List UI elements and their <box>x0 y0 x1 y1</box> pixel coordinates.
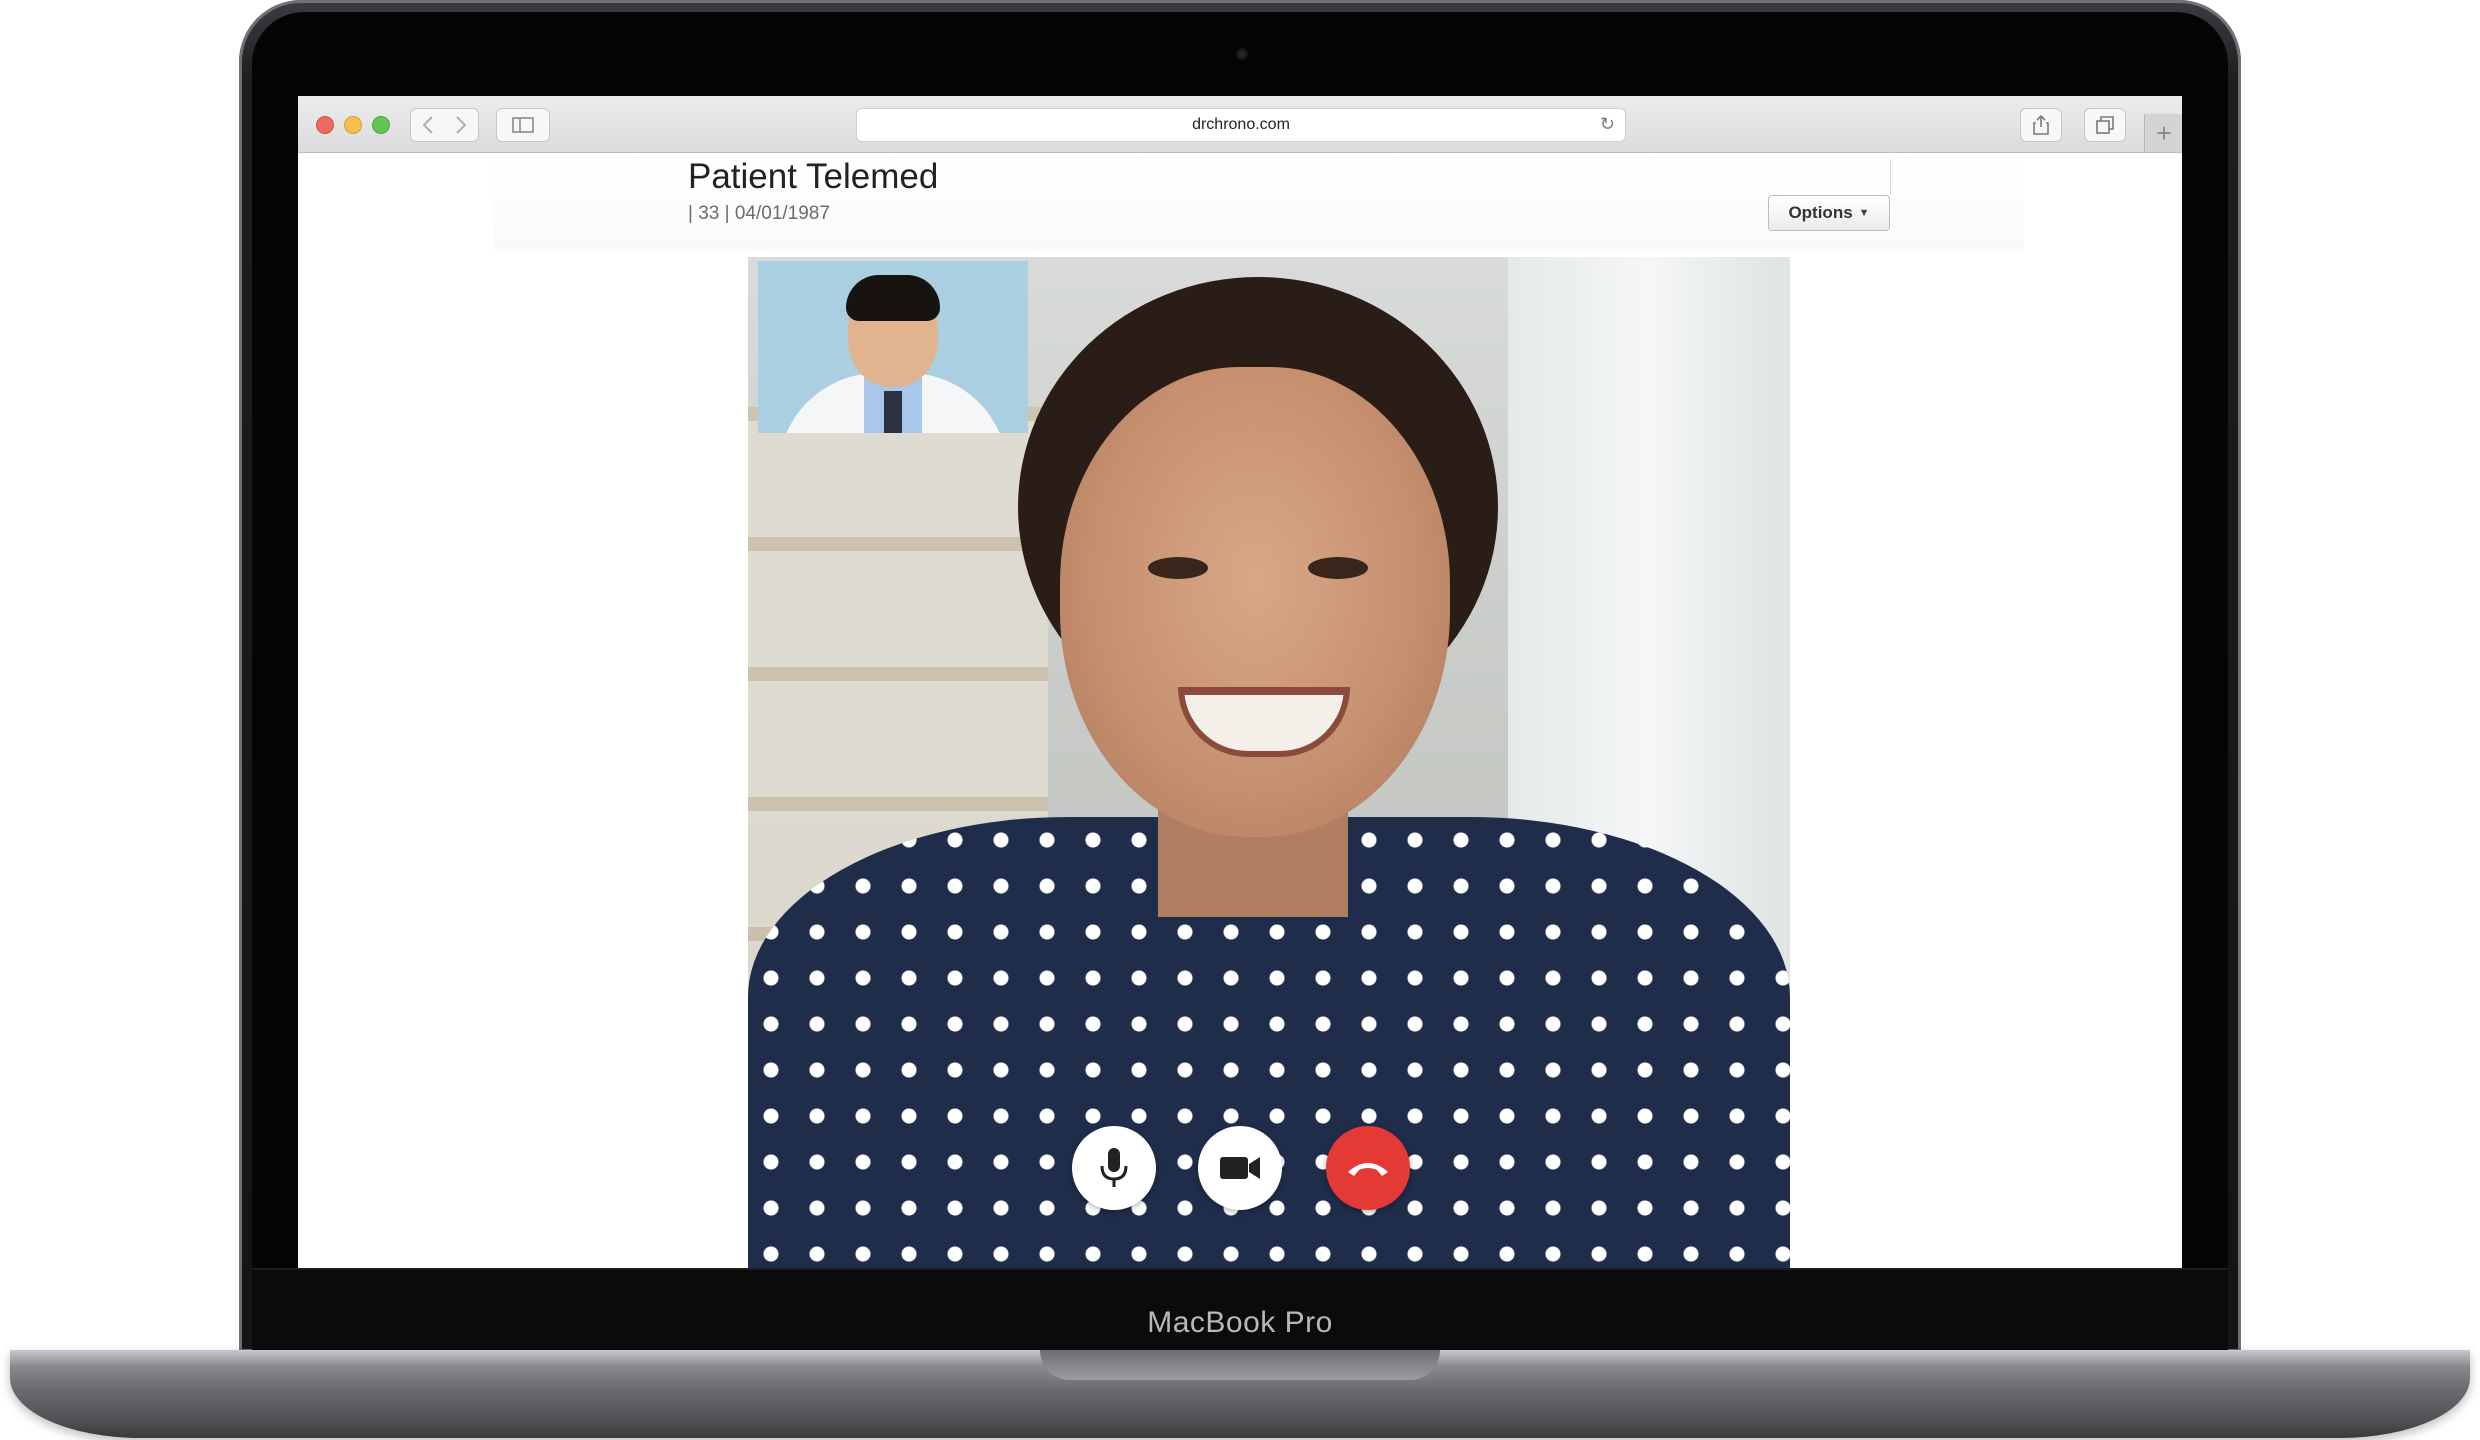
minimize-window-button[interactable] <box>344 116 362 134</box>
chevron-right-icon <box>456 116 467 134</box>
tabs-icon <box>2096 116 2114 134</box>
page-title: Patient Telemed <box>688 157 939 196</box>
header-divider <box>1890 159 1891 195</box>
back-button[interactable] <box>410 108 446 142</box>
caret-down-icon: ▼ <box>1858 207 1870 219</box>
zoom-window-button[interactable] <box>372 116 390 134</box>
sidebar-icon <box>512 117 534 133</box>
share-button[interactable] <box>2020 108 2062 142</box>
laptop-notch <box>1040 1350 1440 1380</box>
patient-eye-left <box>1148 557 1208 579</box>
webcam <box>1236 48 1248 60</box>
share-icon <box>2033 115 2049 135</box>
patient-face <box>1060 367 1450 837</box>
options-dropdown-button[interactable]: Options ▼ <box>1768 195 1890 231</box>
video-camera-icon <box>1220 1157 1260 1179</box>
page-content: Patient Telemed | 33 | 04/01/1987 Option… <box>298 153 2182 1272</box>
address-bar-url: drchrono.com <box>1192 116 1290 133</box>
reload-icon[interactable]: ↻ <box>1600 114 1615 135</box>
new-tab-button[interactable]: + <box>2144 114 2182 152</box>
microphone-icon <box>1100 1148 1128 1187</box>
device-label: MacBook Pro <box>1147 1306 1333 1339</box>
address-bar[interactable]: drchrono.com ↻ <box>856 108 1626 142</box>
browser-toolbar: drchrono.com ↻ + <box>298 96 2182 153</box>
doctor-self-view <box>758 261 1028 433</box>
doctor-tie <box>884 391 902 433</box>
forward-button[interactable] <box>444 108 479 142</box>
close-window-button[interactable] <box>316 116 334 134</box>
chevron-left-icon <box>422 116 433 134</box>
patient-details: | 33 | 04/01/1987 <box>688 203 830 224</box>
screen: drchrono.com ↻ + Patient Telemed | 33 | … <box>298 96 2182 1272</box>
patient-eye-right <box>1308 557 1368 579</box>
toggle-camera-button[interactable] <box>1198 1126 1282 1210</box>
options-label: Options <box>1788 203 1853 222</box>
mute-microphone-button[interactable] <box>1072 1126 1156 1210</box>
plus-icon: + <box>2156 117 2172 148</box>
end-call-button[interactable] <box>1326 1126 1410 1210</box>
doctor-hair <box>846 275 940 321</box>
patient-video-feed <box>748 257 1790 1272</box>
show-tabs-button[interactable] <box>2084 108 2126 142</box>
hang-up-icon <box>1348 1163 1388 1176</box>
sidebar-toggle-button[interactable] <box>496 108 550 142</box>
